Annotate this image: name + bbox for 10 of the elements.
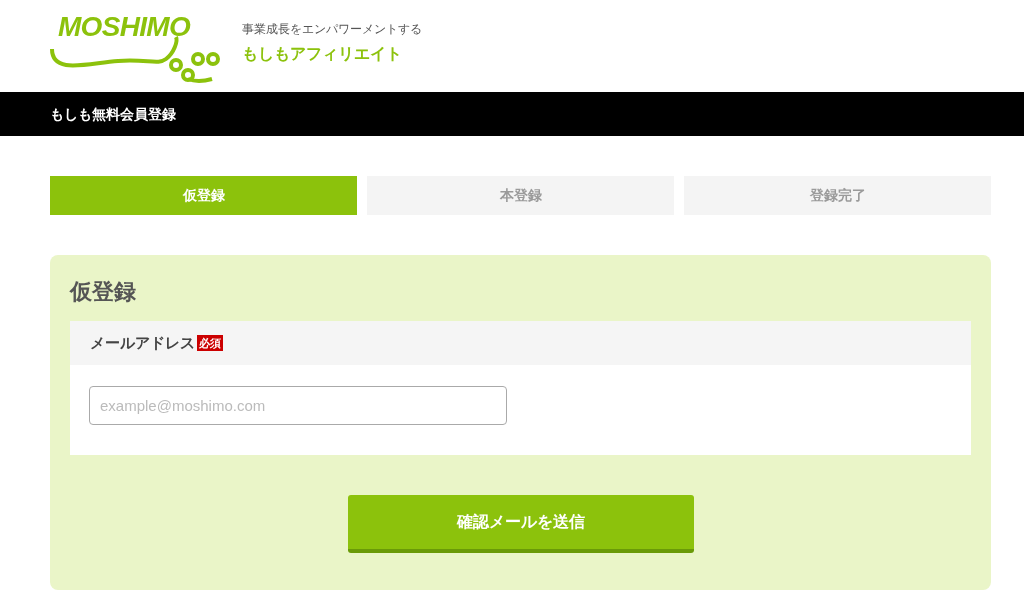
form-title: 仮登録 <box>70 279 137 305</box>
send-confirmation-button[interactable]: 確認メールを送信 <box>347 495 694 553</box>
field-label: メールアドレス <box>90 332 195 353</box>
logo-swirl-icon <box>48 35 220 85</box>
required-badge: 必須 <box>197 335 223 351</box>
logo-text: MOSHIMO <box>58 13 190 41</box>
tagline: 事業成長をエンパワーメントする <box>242 21 422 38</box>
brand-name: もしもアフィリエイト <box>242 44 403 64</box>
page-title: もしも無料会員登録 <box>50 104 176 124</box>
email-input[interactable]: example@moshimo.com <box>89 386 507 425</box>
